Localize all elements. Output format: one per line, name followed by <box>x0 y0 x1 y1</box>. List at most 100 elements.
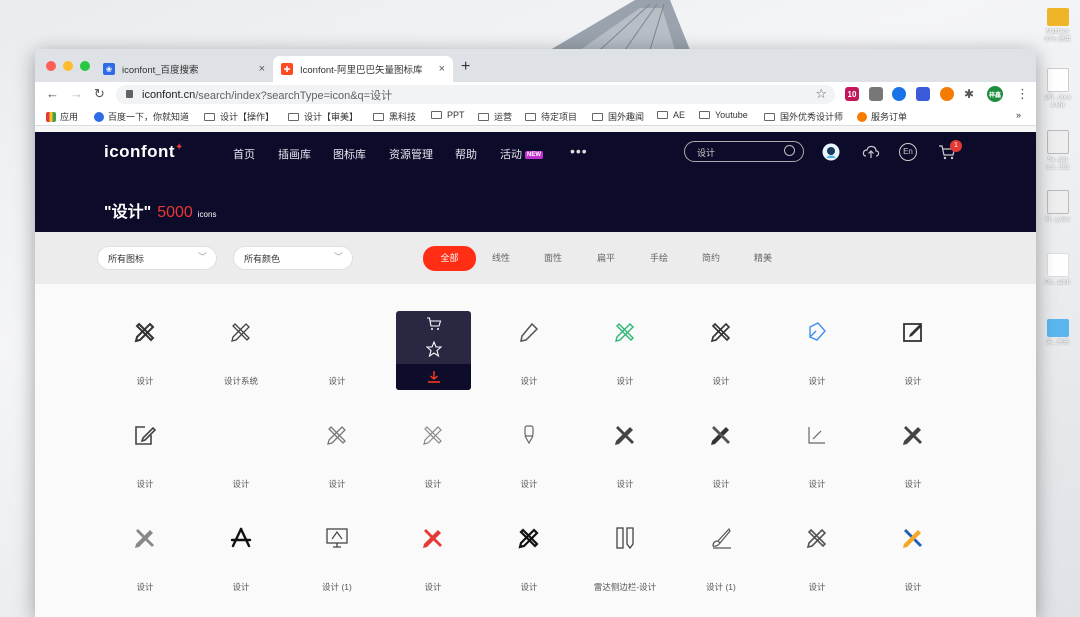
new-tab-button[interactable]: + <box>461 58 470 76</box>
bookmark-star-icon[interactable]: ☆ <box>815 86 827 102</box>
bookmarks-bar: 应用 百度一下，你就知道 设计【操作】 设计【审美】 黑科技 PPT 运营 待定… <box>35 106 1036 126</box>
menu-more-icon[interactable]: ⋮ <box>1016 86 1029 102</box>
nav-resources[interactable]: 资源管理 <box>389 146 433 162</box>
nav-events[interactable]: 活动 NEW <box>500 146 543 162</box>
style-filter-fill[interactable]: 面性 <box>544 251 562 264</box>
edit-square-icon <box>903 323 922 342</box>
iconfont-logo[interactable]: iconfont✦ <box>104 142 184 162</box>
icon-card[interactable]: 设计 <box>97 498 193 592</box>
bookmark-folder[interactable]: 国外趣闻 <box>592 110 644 123</box>
icon-card[interactable]: 设计 <box>481 292 577 386</box>
icon-card[interactable]: 设计 <box>289 292 385 386</box>
nav-help[interactable]: 帮助 <box>455 146 477 162</box>
icon-card[interactable]: 设计 <box>97 395 193 489</box>
desktop-drive[interactable]: Matthew 97% 使用 <box>1035 6 1080 44</box>
tab-baidu[interactable]: ❀ iconfont_百度搜索 × <box>95 56 273 82</box>
extension-c-icon[interactable] <box>892 87 906 101</box>
icon-card[interactable]: 设计 <box>385 498 481 592</box>
icon-card[interactable]: 设计 <box>289 395 385 489</box>
desktop-doc2[interactable]: 分...y.doc <box>1035 190 1080 224</box>
bookmark-baidu[interactable]: 百度一下，你就知道 <box>94 110 189 123</box>
icon-hover-card[interactable] <box>396 311 471 390</box>
icon-card[interactable]: 设计 <box>769 292 865 386</box>
icon-card[interactable]: 设计 <box>865 395 961 489</box>
forward-arrow-icon[interactable]: → <box>70 86 83 101</box>
style-filter-handdrawn[interactable]: 手绘 <box>650 251 668 264</box>
close-tab-icon[interactable]: × <box>259 63 265 75</box>
icon-card[interactable]: 设计 <box>673 395 769 489</box>
close-tab-icon[interactable]: × <box>439 63 445 75</box>
close-window-button[interactable] <box>46 61 56 71</box>
url-bar[interactable]: iconfont.cn /search/index?searchType=ico… <box>116 85 835 104</box>
puzzle-icon[interactable]: ✱ <box>962 87 976 101</box>
tab-iconfont[interactable]: ✚ Iconfont-阿里巴巴矢量图标库 × <box>273 56 453 82</box>
icon-type-select[interactable]: 所有图标 ﹀ <box>97 246 217 270</box>
extension-m-icon[interactable]: 10 <box>845 87 859 101</box>
bookmark-folder[interactable]: 设计【操作】 <box>204 110 274 123</box>
icon-card[interactable]: 设计 <box>385 395 481 489</box>
icon-card[interactable]: 设计 <box>481 498 577 592</box>
desktop-file[interactable]: Po...adUI <box>1035 253 1080 287</box>
nav-more-icon[interactable]: ••• <box>570 143 588 159</box>
nav-home[interactable]: 首页 <box>233 146 255 162</box>
bookmark-folder[interactable]: PPT <box>431 110 465 120</box>
icon-name: 设计 <box>808 376 826 386</box>
add-to-cart-button[interactable] <box>396 311 471 337</box>
bookmark-apps[interactable]: 应用 <box>46 110 78 123</box>
bookmark-folder[interactable]: Youtube <box>699 110 748 120</box>
avatar[interactable] <box>822 143 840 161</box>
upload-cloud-icon[interactable] <box>862 143 880 161</box>
bookmark-order[interactable]: 服务订单 <box>857 110 907 123</box>
color-select[interactable]: 所有颜色 ﹀ <box>233 246 353 270</box>
desktop-jpg[interactable]: 5a...jpg 2,3...362 <box>1035 130 1080 172</box>
maximize-window-button[interactable] <box>80 61 90 71</box>
tab-bar: ❀ iconfont_百度搜索 × ✚ Iconfont-阿里巴巴矢量图标库 ×… <box>35 49 1036 82</box>
header-search-input[interactable]: 设计 <box>684 141 804 162</box>
extension-shield-icon[interactable] <box>869 87 883 101</box>
bookmark-folder[interactable]: 国外优秀设计师 <box>764 110 843 123</box>
bookmark-folder[interactable]: 黑科技 <box>373 110 416 123</box>
address-toolbar: ← → ↻ iconfont.cn /search/index?searchTy… <box>35 82 1036 106</box>
logo-text: iconfont <box>104 142 176 161</box>
bookmark-folder[interactable]: 运营 <box>478 110 512 123</box>
icon-card[interactable]: 设计 <box>673 292 769 386</box>
icon-card[interactable]: 设计 <box>577 292 673 386</box>
reload-icon[interactable]: ↻ <box>94 86 105 102</box>
language-switch-button[interactable]: En <box>899 143 917 161</box>
icon-card[interactable]: 设计 <box>865 292 961 386</box>
desktop-doc[interactable]: 1和...docx 4 MB <box>1035 68 1080 110</box>
style-filter-line[interactable]: 线性 <box>492 251 510 264</box>
icon-card[interactable]: 设计系统 <box>193 292 289 386</box>
desktop-folder[interactable]: 未...件夹 <box>1035 316 1080 347</box>
bookmarks-more-icon[interactable]: » <box>1016 110 1021 120</box>
bookmark-folder[interactable]: 设计【审美】 <box>288 110 358 123</box>
icon-card[interactable]: 设计 (1) <box>673 498 769 592</box>
style-filter-all[interactable]: 全部 <box>423 246 476 271</box>
style-filter-simple[interactable]: 简约 <box>702 251 720 264</box>
icon-card[interactable]: 设计 <box>97 292 193 386</box>
nav-icon-library[interactable]: 图标库 <box>333 146 366 162</box>
extension-s-icon[interactable] <box>940 87 954 101</box>
style-filter-fine[interactable]: 精美 <box>754 251 772 264</box>
bookmark-folder[interactable]: AE <box>657 110 685 120</box>
favorite-button[interactable] <box>396 336 471 362</box>
icon-card[interactable]: 雷达侧边栏-设计 <box>577 498 673 592</box>
icon-card[interactable]: 设计 <box>769 498 865 592</box>
back-arrow-icon[interactable]: ← <box>46 86 59 101</box>
download-button[interactable] <box>396 364 471 390</box>
icon-card[interactable]: 设计 <box>865 498 961 592</box>
minimize-window-button[interactable] <box>63 61 73 71</box>
icon-card[interactable]: 设计 <box>481 395 577 489</box>
icon-card[interactable]: 设计 (1) <box>289 498 385 592</box>
extension-p-icon[interactable] <box>916 87 930 101</box>
style-filter-flat[interactable]: 扁平 <box>597 251 615 264</box>
icon-card[interactable]: 设计 <box>769 395 865 489</box>
icon-card[interactable]: 设计 <box>577 395 673 489</box>
icon-card[interactable]: 设计 <box>193 395 289 489</box>
pencil-ruler-icon <box>231 323 250 342</box>
profile-avatar[interactable]: 梓鑫 <box>987 86 1003 102</box>
search-icon[interactable] <box>784 145 795 156</box>
nav-illustrations[interactable]: 插画库 <box>278 146 311 162</box>
bookmark-folder[interactable]: 待定项目 <box>525 110 577 123</box>
icon-card[interactable]: 设计 <box>193 498 289 592</box>
